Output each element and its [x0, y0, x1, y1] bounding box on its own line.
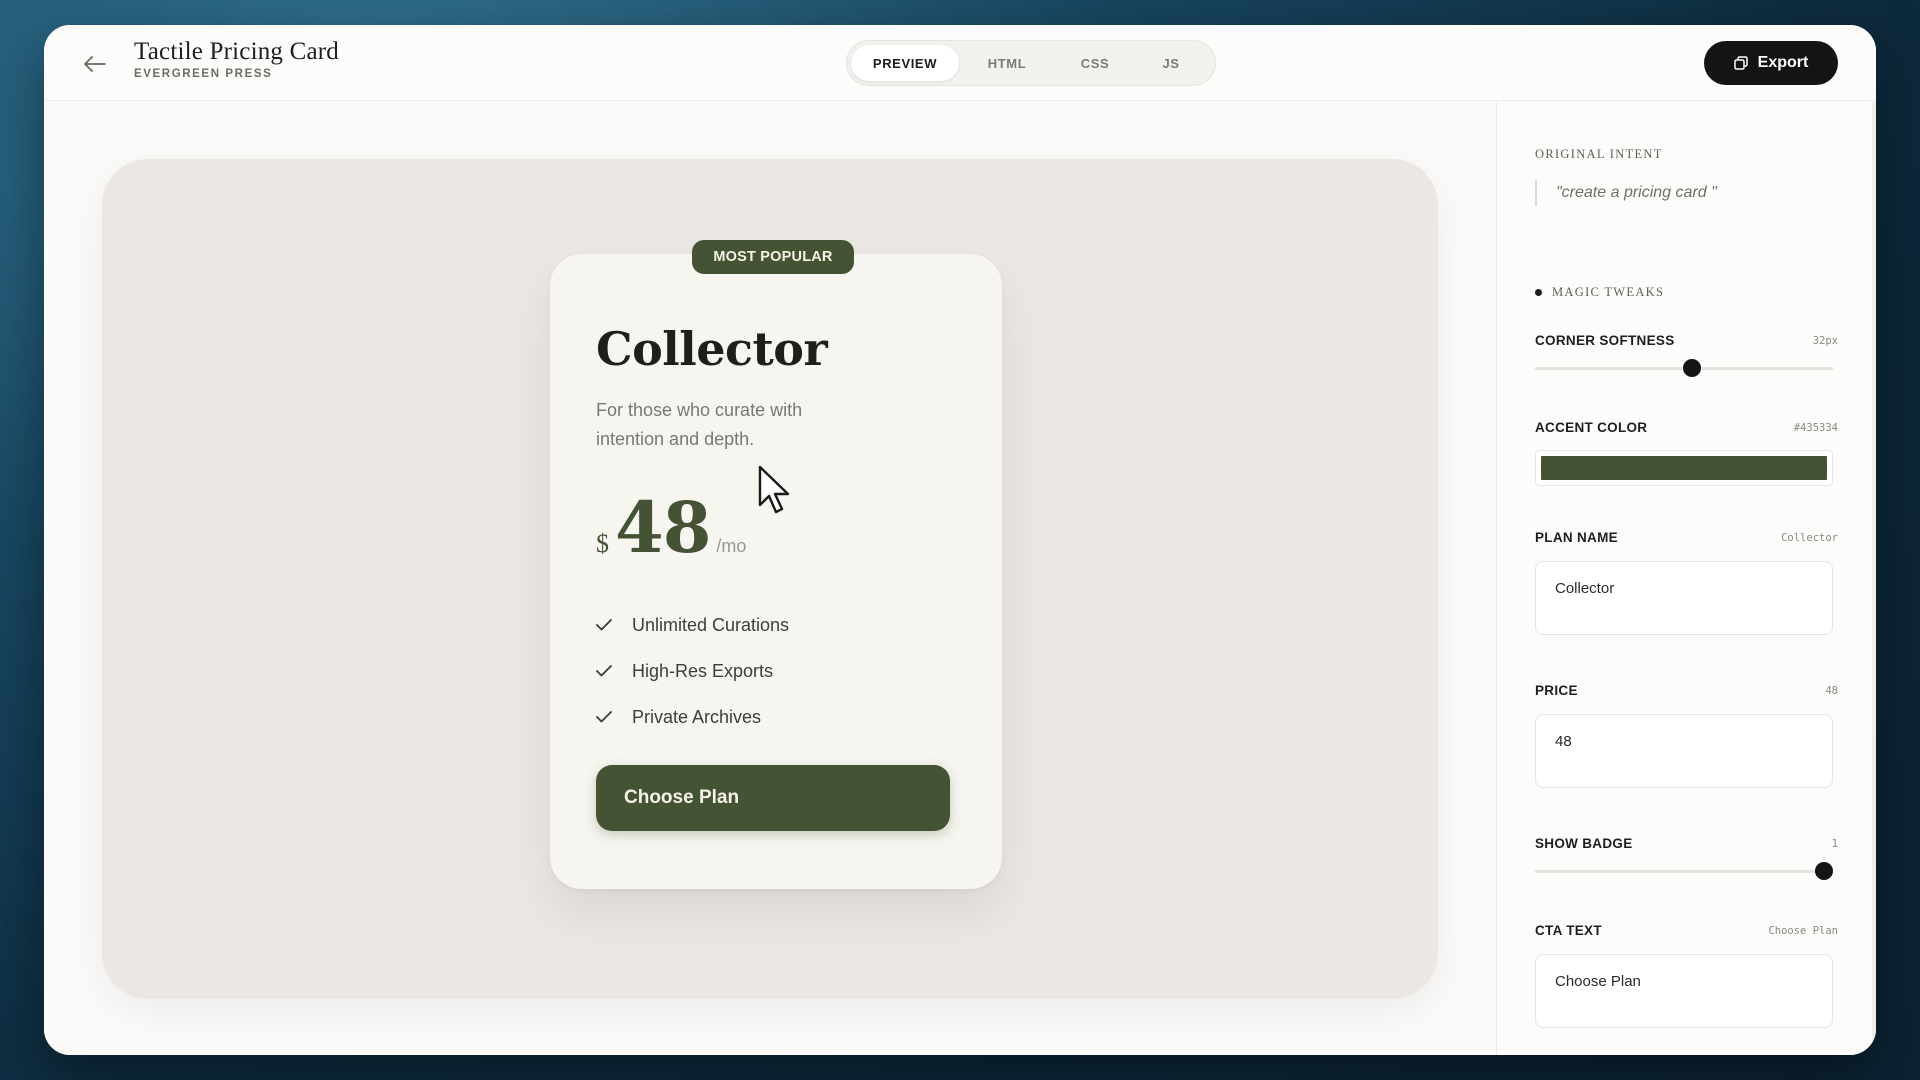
- page-title: Tactile Pricing Card: [134, 38, 339, 65]
- accent-color-value: #435334: [1793, 422, 1838, 434]
- accent-color-label: ACCENT COLOR: [1535, 420, 1648, 435]
- price-amount: 48: [615, 486, 711, 569]
- price-row: $ 48 /mo: [596, 486, 746, 569]
- show-badge-slider[interactable]: [1535, 862, 1833, 880]
- feature-item: Private Archives: [596, 694, 789, 740]
- feature-list: Unlimited Curations High-Res Exports Pri…: [596, 602, 789, 740]
- accent-color-fill: [1541, 456, 1827, 480]
- most-popular-badge: MOST POPULAR: [692, 240, 854, 274]
- slider-thumb[interactable]: [1683, 359, 1702, 377]
- cta-text-label: CTA TEXT: [1535, 923, 1602, 938]
- intent-quote: "create a pricing card ": [1535, 180, 1717, 206]
- feature-text: Unlimited Curations: [632, 614, 790, 635]
- price-currency: $: [596, 529, 609, 558]
- mouse-pointer-icon: [758, 465, 790, 514]
- feature-text: High-Res Exports: [632, 660, 774, 681]
- page-subtitle: EVERGREEN PRESS: [134, 68, 273, 80]
- top-bar: Tactile Pricing Card EVERGREEN PRESS PRE…: [44, 25, 1876, 101]
- export-label: Export: [1757, 54, 1809, 71]
- plan-name-value: Collector: [1781, 532, 1838, 544]
- export-button[interactable]: Export: [1704, 41, 1838, 85]
- plan-name-input[interactable]: Collector: [1535, 561, 1833, 635]
- feature-item: High-Res Exports: [596, 648, 789, 694]
- preview-stage: MOST POPULAR Collector For those who cur…: [102, 159, 1438, 999]
- cta-text-input[interactable]: Choose Plan: [1535, 954, 1833, 1028]
- scrollbar[interactable]: [1872, 102, 1876, 1055]
- original-intent-label: ORIGINAL INTENT: [1535, 147, 1663, 161]
- feature-item: Unlimited Curations: [596, 602, 789, 648]
- tab-preview[interactable]: PREVIEW: [851, 45, 959, 81]
- tweaks-panel: ORIGINAL INTENT "create a pricing card "…: [1496, 102, 1876, 1055]
- tab-js[interactable]: JS: [1135, 45, 1207, 81]
- check-icon: [596, 711, 618, 723]
- tab-html[interactable]: HTML: [959, 45, 1055, 81]
- accent-color-picker[interactable]: [1535, 450, 1833, 486]
- corner-softness-label: CORNER SOFTNESS: [1535, 333, 1675, 348]
- price-label: PRICE: [1535, 683, 1578, 698]
- corner-softness-slider[interactable]: [1535, 359, 1833, 377]
- show-badge-value: 1: [1831, 838, 1838, 850]
- copy-icon: [1733, 56, 1748, 70]
- feature-text: Private Archives: [632, 706, 762, 727]
- plan-name-label: PLAN NAME: [1535, 530, 1618, 545]
- view-tabs: PREVIEW HTML CSS JS: [846, 40, 1216, 86]
- app-window: Tactile Pricing Card EVERGREEN PRESS PRE…: [44, 25, 1876, 1055]
- choose-plan-button[interactable]: Choose Plan: [596, 765, 950, 831]
- pricing-card: MOST POPULAR Collector For those who cur…: [550, 240, 1002, 889]
- preview-area: MOST POPULAR Collector For those who cur…: [44, 102, 1496, 1055]
- cta-text-value: Choose Plan: [1768, 925, 1838, 937]
- tab-css[interactable]: CSS: [1055, 45, 1135, 81]
- back-button[interactable]: [80, 49, 110, 79]
- plan-description: For those who curate with intention and …: [596, 400, 803, 449]
- price-value: 48: [1825, 685, 1838, 697]
- slider-thumb[interactable]: [1815, 862, 1833, 880]
- plan-name: Collector: [596, 322, 828, 376]
- tweaks-bullet: [1535, 289, 1542, 296]
- arrow-left-icon: [84, 56, 106, 72]
- corner-softness-value: 32px: [1812, 335, 1838, 347]
- show-badge-label: SHOW BADGE: [1535, 836, 1633, 851]
- check-icon: [596, 665, 618, 677]
- check-icon: [596, 619, 618, 631]
- title-block: Tactile Pricing Card EVERGREEN PRESS: [134, 38, 339, 80]
- magic-tweaks-label: MAGIC TWEAKS: [1552, 285, 1665, 299]
- price-input[interactable]: 48: [1535, 714, 1833, 788]
- price-period: /mo: [716, 536, 747, 556]
